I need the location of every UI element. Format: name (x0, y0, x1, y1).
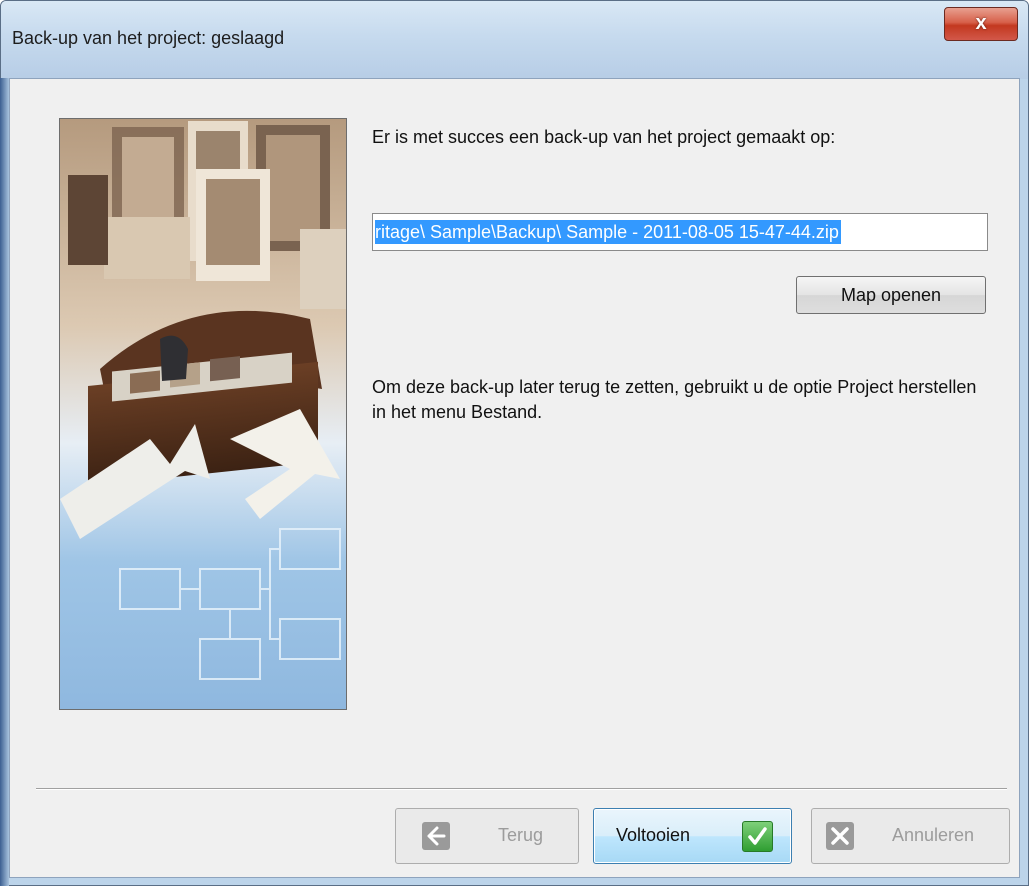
cancel-button[interactable]: Annuleren (811, 808, 1010, 864)
treasure-chest-photos-illustration (59, 118, 347, 710)
close-button[interactable]: x (944, 7, 1018, 41)
restore-hint: Om deze back-up later terug te zetten, g… (372, 377, 977, 422)
title-bar[interactable]: Back-up van het project: geslaagd x (1, 1, 1028, 79)
finish-button-label: Voltooien (616, 825, 691, 845)
window-title: Back-up van het project: geslaagd (12, 28, 285, 48)
window-frame-edge (0, 78, 9, 886)
checkmark-icon (742, 821, 773, 852)
backup-path-field[interactable]: ritage\ Sample\Backup\ Sample - 2011-08-… (372, 213, 988, 251)
finish-button[interactable]: Voltooien (593, 808, 792, 864)
open-folder-button[interactable]: Map openen (796, 276, 986, 314)
success-message: Er is met succes een back-up van het pro… (372, 127, 836, 147)
close-icon: x (975, 12, 987, 34)
x-icon (826, 822, 854, 850)
cancel-button-label: Annuleren (892, 825, 975, 845)
back-button[interactable]: Terug (395, 808, 579, 864)
arrow-left-icon (422, 822, 450, 850)
footer-divider (36, 788, 1007, 790)
back-button-label: Terug (498, 825, 544, 845)
backup-path-selected-text: ritage\ Sample\Backup\ Sample - 2011-08-… (375, 220, 841, 244)
